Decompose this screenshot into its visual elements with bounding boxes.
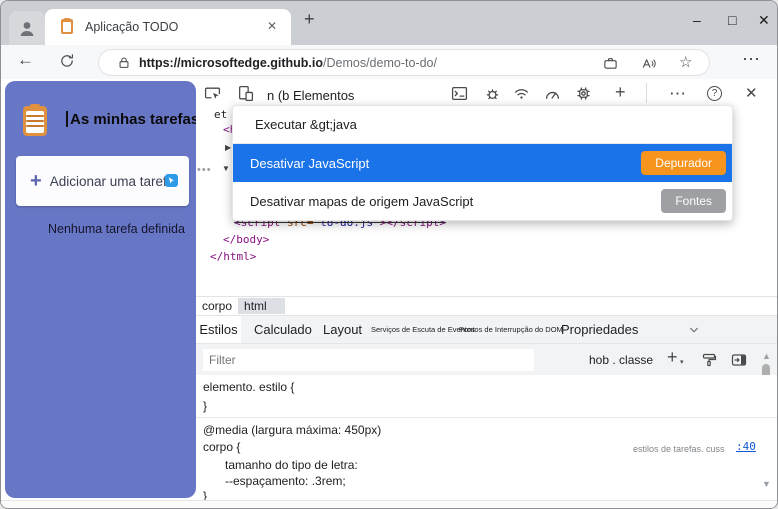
breadcrumb-html[interactable]: html bbox=[238, 298, 285, 314]
breadcrumb-body[interactable]: corpo bbox=[196, 298, 238, 314]
dom-overflow-dots[interactable]: ••• bbox=[197, 164, 212, 176]
add-task-button[interactable]: + Adicionar uma tarefa bbox=[16, 156, 189, 206]
clipboard-icon bbox=[23, 104, 47, 136]
window-close-button[interactable]: ✕ bbox=[758, 12, 770, 29]
browser-window: Aplicação TODO ✕ + – □ ✕ ← https://micro… bbox=[0, 0, 778, 509]
declaration-font-size[interactable]: tamanho do tipo de letra: bbox=[225, 458, 358, 472]
bug-icon[interactable] bbox=[484, 85, 501, 102]
help-icon[interactable]: ? bbox=[707, 86, 722, 101]
stylesheet-name: estilos de tarefas. cuss bbox=[633, 444, 725, 454]
rule-divider bbox=[196, 417, 777, 418]
todo-heading: As minhas tarefas bbox=[70, 111, 200, 128]
back-button[interactable]: ← bbox=[17, 50, 34, 70]
tab-dom-breakpoints[interactable]: Pontos de Interrupção do DOM bbox=[459, 325, 563, 334]
maximize-button[interactable]: □ bbox=[728, 12, 736, 28]
inline-style-selector[interactable]: elemento. estilo { bbox=[203, 380, 294, 394]
url-text[interactable]: https://microsoftedge.github.io/Demos/de… bbox=[139, 56, 437, 70]
add-panel-button[interactable]: + bbox=[615, 82, 626, 103]
dom-html-close-tag[interactable]: </html> bbox=[210, 250, 256, 263]
url-path: /Demos/demo-to-do/ bbox=[323, 56, 437, 70]
new-tab-button[interactable]: + bbox=[304, 9, 315, 30]
devtools-tab-elements[interactable]: n (b Elementos bbox=[267, 88, 354, 103]
expand-arrow-icon[interactable]: ▼ bbox=[222, 164, 230, 173]
window-bottom-edge bbox=[1, 500, 777, 508]
todo-favicon-icon bbox=[61, 18, 73, 34]
tab-close-icon[interactable]: ✕ bbox=[267, 19, 277, 33]
body-rule-selector[interactable]: corpo { bbox=[203, 440, 240, 454]
tab-computed[interactable]: Calculado bbox=[254, 322, 312, 337]
text-caret bbox=[66, 111, 68, 127]
tab-styles[interactable]: Estilos bbox=[196, 316, 241, 343]
sidebar-panel-tabs: Estilos Calculado Layout Serviços de Esc… bbox=[196, 316, 777, 343]
lock-icon bbox=[119, 57, 129, 68]
chevron-down-icon[interactable] bbox=[688, 324, 700, 336]
command-palette: Executar &gt;java Desativar JavaScript D… bbox=[232, 105, 733, 221]
touch-cursor-badge bbox=[165, 174, 178, 187]
debugger-badge: Depurador bbox=[641, 151, 726, 175]
url-origin: https://microsoftedge.github.io bbox=[139, 56, 324, 70]
declaration-spacing[interactable]: --espaçamento: .3rem; bbox=[225, 474, 346, 488]
media-query[interactable]: @media (largura máxima: 450px) bbox=[203, 423, 381, 437]
refresh-button[interactable] bbox=[59, 53, 75, 69]
toolbar-divider bbox=[646, 83, 647, 103]
workspaces-icon[interactable] bbox=[603, 56, 618, 71]
empty-state-message: Nenhuma tarefa definida bbox=[48, 222, 185, 236]
palette-item-disable-sourcemaps[interactable]: Desativar mapas de origem JavaScript Fon… bbox=[233, 182, 732, 220]
performance-gauge-icon[interactable] bbox=[544, 85, 561, 102]
favorites-star-icon[interactable]: ☆ bbox=[679, 53, 692, 71]
styles-pane: elemento. estilo { } @media (largura máx… bbox=[196, 375, 777, 503]
stylesheet-line-link[interactable]: :40 bbox=[736, 440, 756, 453]
devtools-pane: n (b Elementos + ⋯ ? ✕ et <ht ▶ ••• ▼ <s… bbox=[196, 79, 777, 508]
read-aloud-icon[interactable] bbox=[641, 56, 657, 71]
browser-tab[interactable]: Aplicação TODO ✕ bbox=[45, 9, 291, 45]
address-bar[interactable]: https://microsoftedge.github.io/Demos/de… bbox=[98, 49, 710, 76]
sources-badge: Fontes bbox=[661, 189, 726, 213]
tab-title: Aplicação TODO bbox=[85, 20, 179, 34]
add-task-label: Adicionar uma tarefa bbox=[49, 173, 175, 189]
todo-sidebar: As minhas tarefas + Adicionar uma tarefa… bbox=[5, 81, 200, 498]
browser-toolbar: ← https://microsoftedge.github.io/Demos/… bbox=[1, 45, 777, 79]
new-rule-caret-icon: ▾ bbox=[680, 359, 684, 366]
plus-icon: + bbox=[30, 169, 42, 192]
profile-avatar[interactable] bbox=[9, 11, 45, 45]
dom-fragment[interactable]: et bbox=[214, 108, 227, 121]
filter-input[interactable] bbox=[203, 349, 534, 371]
new-style-rule-icon[interactable]: + bbox=[667, 347, 678, 368]
inline-style-close: } bbox=[203, 399, 208, 413]
dom-body-close-tag[interactable]: </body> bbox=[223, 233, 269, 246]
format-painter-icon[interactable] bbox=[701, 352, 717, 368]
show-sidebar-icon[interactable] bbox=[731, 352, 747, 368]
tab-layout[interactable]: Layout bbox=[323, 322, 362, 337]
tab-strip: Aplicação TODO ✕ + – □ ✕ bbox=[1, 1, 777, 45]
pseudo-class-toggle[interactable]: hob . classe bbox=[589, 353, 653, 367]
scrollbar-down-icon[interactable]: ▼ bbox=[762, 479, 771, 489]
collapse-arrow-icon[interactable]: ▶ bbox=[225, 143, 231, 152]
tab-properties[interactable]: Propriedades bbox=[561, 322, 638, 337]
browser-menu-icon[interactable]: ⋯ bbox=[742, 49, 761, 70]
person-icon bbox=[20, 22, 34, 36]
devtools-more-icon[interactable]: ⋯ bbox=[669, 84, 687, 104]
breadcrumb: corpo html bbox=[196, 296, 777, 316]
minimize-button[interactable]: – bbox=[693, 12, 701, 28]
scrollbar-up-icon[interactable]: ▲ bbox=[762, 351, 771, 361]
command-input[interactable]: Executar &gt;java bbox=[233, 106, 732, 144]
inspect-element-icon[interactable] bbox=[204, 85, 221, 102]
memory-chip-icon[interactable] bbox=[575, 85, 592, 102]
palette-item-disable-javascript[interactable]: Desativar JavaScript Depurador bbox=[233, 144, 732, 182]
network-wifi-icon[interactable] bbox=[513, 85, 530, 102]
styles-filter-bar: hob . classe + ▾ ▲ bbox=[196, 343, 777, 398]
device-toolbar-icon[interactable] bbox=[237, 85, 254, 102]
devtools-close-icon[interactable]: ✕ bbox=[745, 84, 758, 102]
console-drawer-icon[interactable] bbox=[451, 85, 468, 102]
